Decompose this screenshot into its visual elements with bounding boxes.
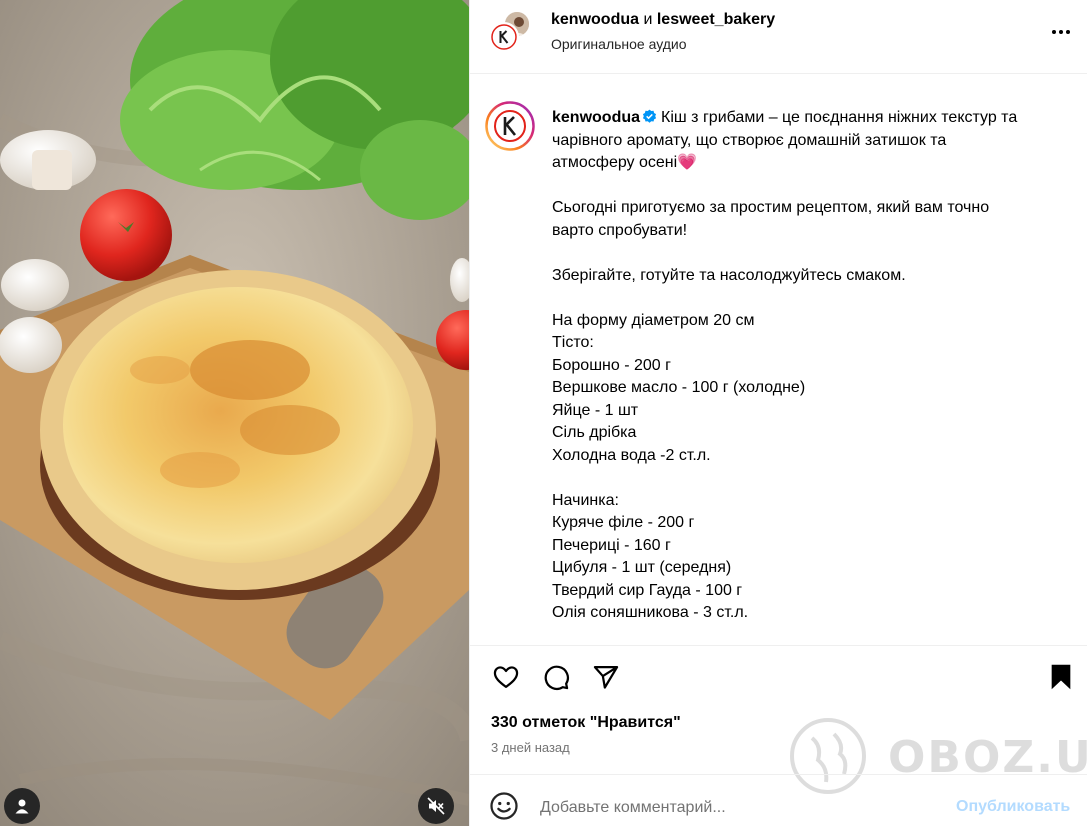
caption-line: Холодна вода -2 ст.л.	[552, 446, 711, 464]
quiche	[40, 270, 440, 600]
bookmark-icon	[1051, 664, 1071, 690]
caption-line: Тісто:	[552, 334, 594, 351]
collab-avatars[interactable]	[489, 10, 533, 54]
caption-line: атмосферу осені	[552, 154, 678, 171]
comment-input[interactable]	[540, 797, 920, 819]
send-icon	[593, 665, 619, 689]
quiche-photo	[0, 0, 469, 826]
caption-line: Олія соняшникова - 3 ст.л.	[552, 604, 749, 621]
author-link[interactable]: kenwoodua	[551, 11, 639, 28]
likes-count[interactable]: 330 отметок "Нравится"	[491, 714, 681, 732]
user-tag-button[interactable]	[4, 788, 40, 824]
caption-line: Печериці - 160 г	[552, 536, 671, 554]
caption-username[interactable]: kenwoodua	[552, 109, 640, 126]
audio-label[interactable]: Оригинальное аудио	[551, 36, 687, 52]
comment-button[interactable]	[541, 662, 571, 692]
save-button[interactable]	[1046, 662, 1076, 692]
emoji-icon	[490, 792, 518, 820]
like-button[interactable]	[491, 662, 521, 692]
caption-line: чарівного аромату, що створює домашній з…	[552, 131, 947, 149]
caption-line: Кіш з грибами – це поєднання ніжних текс…	[661, 109, 1018, 126]
heart-icon	[493, 666, 519, 689]
author-connector: и	[643, 11, 653, 28]
author-link[interactable]: lesweet_bakery	[657, 11, 775, 28]
caption-line: Сіль дрібка	[552, 424, 637, 441]
caption-line: Твердий сир Гауда - 100 г	[552, 581, 743, 599]
comment-icon	[544, 665, 569, 690]
caption-line: На форму діаметром 20 см	[552, 311, 755, 329]
caption-line: варто спробувати!	[552, 221, 688, 239]
caption-line: Начинка:	[552, 491, 619, 509]
post-header: kenwoodua и lesweet_bakery Оригинальное …	[470, 0, 1087, 74]
caption-text: kenwoodua Кіш з грибами – це поєднання ні…	[552, 107, 1072, 625]
caption-line: Борошно - 200 г	[552, 356, 671, 374]
post-actions	[470, 646, 1087, 706]
verified-badge-icon	[642, 109, 657, 123]
post-media[interactable]	[0, 0, 469, 826]
more-options-icon	[1052, 30, 1056, 34]
caption-line: Яйце - 1 шт	[552, 401, 639, 419]
comment-bar: Опубликовать	[470, 774, 1087, 826]
post-details-panel: kenwoodua и lesweet_bakery Оригинальное …	[469, 0, 1087, 826]
avatar[interactable]	[489, 22, 519, 52]
caption-line: Вершкове масло - 100 г (холодне)	[552, 379, 806, 396]
post-authors[interactable]: kenwoodua и lesweet_bakery	[551, 11, 775, 29]
caption-line: Цибуля - 1 шт (середня)	[552, 559, 732, 576]
kenwood-logo-icon	[485, 101, 535, 151]
tomato	[80, 189, 172, 281]
caption-line: Куряче філе - 200 г	[552, 514, 695, 531]
muted-icon	[427, 797, 445, 815]
emoji-button[interactable]	[489, 791, 519, 821]
share-button[interactable]	[591, 662, 621, 692]
heart-emoji: 💗	[677, 154, 698, 171]
post-timestamp[interactable]: 3 дней назад	[491, 740, 570, 755]
caption-avatar[interactable]	[485, 101, 535, 151]
publish-button[interactable]: Опубликовать	[956, 798, 1070, 816]
user-tag-icon	[15, 799, 29, 814]
caption-line: Зберігайте, готуйте та насолоджуйтесь см…	[552, 266, 906, 284]
caption-line: Сьогодні приготуємо за простим рецептом,…	[552, 199, 990, 216]
kenwood-logo-icon	[491, 24, 517, 50]
caption-section: kenwoodua Кіш з грибами – це поєднання ні…	[470, 74, 1087, 646]
mute-button[interactable]	[418, 788, 454, 824]
more-options-button[interactable]	[1046, 22, 1076, 42]
